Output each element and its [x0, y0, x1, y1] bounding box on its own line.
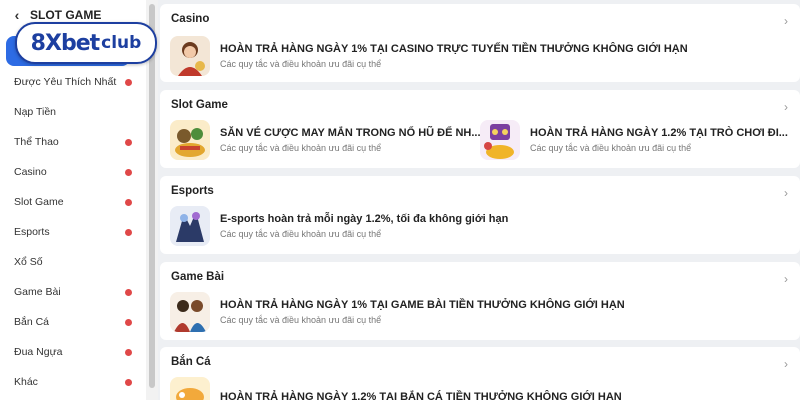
notification-dot-icon [125, 228, 132, 236]
sidebar-item-label: Slot Game [14, 196, 64, 208]
sidebar-item-label: Bắn Cá [14, 316, 50, 328]
promo-title: HOÀN TRẢ HÀNG NGÀY 1.2% TẠI BẮN CÁ TIỀN … [220, 391, 622, 400]
promotions-list: Casino › HOÀN TRẢ HÀNG NGÀY 1% TẠI CASIN… [160, 0, 800, 400]
sidebar-item-lottery[interactable]: Xổ Số [0, 247, 146, 277]
section-card-slot-game[interactable]: Slot Game › SĂN VÉ CƯỢC MAY MẮN TRONG NỔ… [160, 90, 800, 168]
sidebar-item-other[interactable]: Khác [0, 367, 146, 397]
promo-thumbnail [170, 206, 210, 246]
chevron-right-icon[interactable]: › [784, 100, 788, 114]
promo-thumbnail [170, 36, 210, 76]
promo-item[interactable]: SĂN VÉ CƯỢC MAY MẮN TRONG NỔ HŨ ĐỂ NH...… [170, 120, 481, 160]
notification-dot-icon [125, 78, 132, 86]
logo-text: 8Xbet [30, 30, 100, 56]
sidebar-menu: Được Yêu Thích Nhất Nạp Tiền Thể Thao Ca… [0, 67, 146, 397]
sidebar-item-label: Thể Thao [14, 136, 59, 148]
sidebar-item-label: Được Yêu Thích Nhất [14, 76, 117, 88]
sidebar-item-deposit[interactable]: Nạp Tiền [0, 97, 146, 127]
scrollbar-thumb[interactable] [149, 4, 155, 388]
notification-dot-icon [125, 168, 132, 176]
back-arrow-icon[interactable]: ‹ [10, 7, 24, 23]
promo-item[interactable]: E-sports hoàn trả mỗi ngày 1.2%, tối đa … [170, 206, 508, 246]
promo-subtitle: Các quy tắc và điều khoản ưu đãi cụ thể [220, 229, 382, 239]
notification-dot-icon [125, 198, 132, 206]
sidebar-item-label: Xổ Số [14, 256, 43, 268]
promo-subtitle: Các quy tắc và điều khoản ưu đãi cụ thể [220, 315, 382, 325]
promo-title: HOÀN TRẢ HÀNG NGÀY 1% TẠI GAME BÀI TIỀN … [220, 299, 625, 311]
promo-title: SĂN VÉ CƯỢC MAY MẮN TRONG NỔ HŨ ĐỂ NH... [220, 127, 481, 139]
chevron-right-icon[interactable]: › [784, 357, 788, 371]
promo-title: HOÀN TRẢ HÀNG NGÀY 1% TẠI CASINO TRỰC TU… [220, 43, 688, 55]
notification-dot-icon [125, 318, 132, 326]
sidebar-title: SLOT GAME [30, 8, 102, 22]
logo-subtext: club [101, 33, 142, 53]
sidebar-item-horse-racing[interactable]: Đua Ngựa [0, 337, 146, 367]
sidebar-item-label: Casino [14, 166, 47, 178]
promo-thumbnail [480, 120, 520, 160]
notification-dot-icon [125, 378, 132, 386]
section-card-card-games[interactable]: Game Bài › HOÀN TRẢ HÀNG NGÀY 1% TẠI GAM… [160, 262, 800, 340]
promo-item[interactable]: HOÀN TRẢ HÀNG NGÀY 1% TẠI GAME BÀI TIỀN … [170, 292, 625, 332]
sidebar-item-slot-game[interactable]: Slot Game [0, 187, 146, 217]
section-card-fishing[interactable]: Bắn Cá › HOÀN TRẢ HÀNG NGÀY 1.2% TẠI BẮN… [160, 347, 800, 400]
sidebar-item-label: Esports [14, 226, 50, 238]
sidebar-item-label: Nạp Tiền [14, 106, 57, 118]
promo-subtitle: Các quy tắc và điều khoản ưu đãi cụ thể [530, 143, 692, 153]
promo-thumbnail [170, 120, 210, 160]
sidebar-item-card-games[interactable]: Game Bài [0, 277, 146, 307]
promo-item[interactable]: HOÀN TRẢ HÀNG NGÀY 1% TẠI CASINO TRỰC TU… [170, 36, 688, 76]
sidebar-item-sports[interactable]: Thể Thao [0, 127, 146, 157]
promo-thumbnail [170, 377, 210, 400]
chevron-right-icon[interactable]: › [784, 272, 788, 286]
notification-dot-icon [125, 348, 132, 356]
chevron-right-icon[interactable]: › [784, 186, 788, 200]
section-title: Slot Game [171, 99, 228, 111]
promo-title: E-sports hoàn trả mỗi ngày 1.2%, tối đa … [220, 213, 509, 225]
section-title: Esports [171, 185, 214, 197]
sidebar-item-esports[interactable]: Esports [0, 217, 146, 247]
brand-logo: 8Xbet club [15, 22, 157, 64]
notification-dot-icon [125, 288, 132, 296]
promo-subtitle: Các quy tắc và điều khoản ưu đãi cụ thể [220, 143, 382, 153]
promo-thumbnail [170, 292, 210, 332]
sidebar-item-casino[interactable]: Casino [0, 157, 146, 187]
section-title: Bắn Cá [171, 356, 211, 368]
section-title: Game Bài [171, 271, 225, 283]
promo-item[interactable]: HOÀN TRẢ HÀNG NGÀY 1.2% TẠI TRÒ CHƠI ĐI.… [480, 120, 788, 160]
sidebar-item-label: Đua Ngựa [14, 346, 63, 358]
section-title: Casino [171, 13, 210, 25]
section-card-casino[interactable]: Casino › HOÀN TRẢ HÀNG NGÀY 1% TẠI CASIN… [160, 4, 800, 82]
promo-item[interactable]: HOÀN TRẢ HÀNG NGÀY 1.2% TẠI BẮN CÁ TIỀN … [170, 377, 622, 400]
sidebar-item-favorites[interactable]: Được Yêu Thích Nhất [0, 67, 146, 97]
sidebar-item-fishing[interactable]: Bắn Cá [0, 307, 146, 337]
sidebar-item-label: Game Bài [14, 286, 61, 298]
promo-subtitle: Các quy tắc và điều khoản ưu đãi cụ thể [220, 59, 382, 69]
promo-title: HOÀN TRẢ HÀNG NGÀY 1.2% TẠI TRÒ CHƠI ĐI.… [530, 127, 788, 139]
sidebar-item-label: Khác [14, 376, 38, 388]
notification-dot-icon [125, 138, 132, 146]
chevron-right-icon[interactable]: › [784, 14, 788, 28]
section-card-esports[interactable]: Esports › E-sports hoàn trả mỗi ngày 1.2… [160, 176, 800, 254]
